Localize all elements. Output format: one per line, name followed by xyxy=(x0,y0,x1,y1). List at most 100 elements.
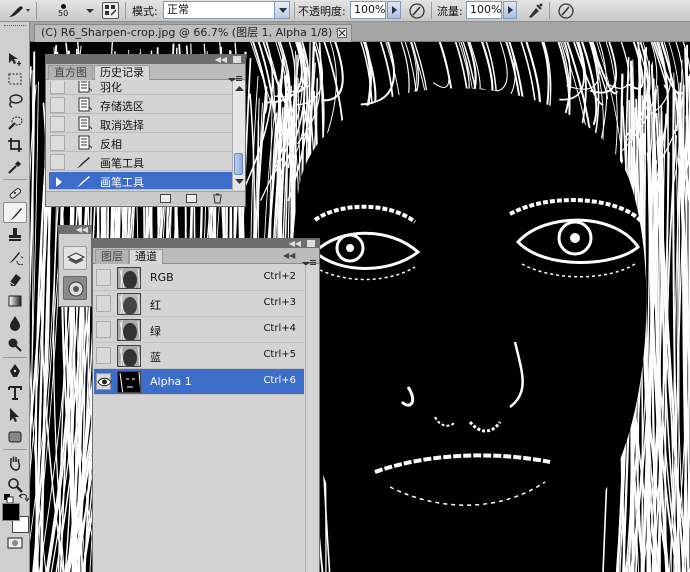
brush-icon xyxy=(76,173,92,189)
pressure-size-icon[interactable] xyxy=(557,2,574,19)
foreground-color-swatch[interactable] xyxy=(2,503,20,521)
channel-thumbnail xyxy=(117,267,141,289)
quick-mask-mode-icon[interactable] xyxy=(3,532,27,553)
collapse-panel-icon[interactable]: ◀◀ xyxy=(289,239,301,248)
collapse-tabs-icon[interactable]: ◀◀ xyxy=(283,251,295,260)
opacity-slider-button[interactable] xyxy=(387,1,401,19)
document-tab-title: (C) R6_Sharpen-crop.jpg @ 66.7% (图层 1, A… xyxy=(41,26,342,39)
visibility-toggle[interactable] xyxy=(96,347,111,364)
tab-history[interactable]: 历史记录 xyxy=(94,65,150,80)
close-document-icon[interactable] xyxy=(337,28,347,38)
history-source-checkbox[interactable] xyxy=(50,173,65,189)
rectangle-tool-icon[interactable] xyxy=(3,426,27,447)
clone-stamp-tool-icon[interactable] xyxy=(3,224,27,245)
history-item-label: 画笔工具 xyxy=(100,176,144,189)
channel-shortcut: Ctrl+5 xyxy=(263,349,296,360)
channels-panel-tabs: 图层 通道 ◀◀ xyxy=(93,248,319,266)
tab-histogram[interactable]: 直方图 xyxy=(48,65,93,80)
close-panel-icon[interactable] xyxy=(307,240,315,247)
brush-panel-toggle-icon[interactable] xyxy=(102,2,119,19)
move-tool-icon[interactable] xyxy=(3,48,27,69)
spot-healing-brush-tool-icon[interactable] xyxy=(3,182,27,203)
mode-select[interactable]: 正常 xyxy=(163,1,275,19)
marquee-tool-icon[interactable] xyxy=(3,68,27,89)
flow-slider-button[interactable] xyxy=(503,1,517,19)
history-scrollbar[interactable] xyxy=(232,81,245,190)
channel-row-rgb[interactable]: RGB Ctrl+2 xyxy=(94,265,304,291)
expand-panels-icon[interactable]: ◀◀ xyxy=(76,225,88,234)
trash-icon[interactable] xyxy=(212,193,223,207)
channel-row-red[interactable]: 红 Ctrl+3 xyxy=(94,291,304,317)
channels-scrollbar[interactable] xyxy=(305,265,319,572)
flow-input[interactable]: 100% xyxy=(466,1,502,19)
zoom-tool-icon[interactable] xyxy=(3,474,27,495)
lasso-tool-icon[interactable] xyxy=(3,90,27,111)
type-tool-icon[interactable] xyxy=(3,382,27,403)
collapse-panel-icon[interactable]: ◀◀ xyxy=(215,55,227,64)
new-document-from-state-icon[interactable] xyxy=(160,194,171,203)
blur-tool-icon[interactable] xyxy=(3,312,27,333)
history-source-checkbox[interactable] xyxy=(50,154,65,170)
airbrush-icon[interactable] xyxy=(526,2,543,19)
brush-tool-preset-icon[interactable] xyxy=(6,0,32,21)
history-scroll-thumb[interactable] xyxy=(234,153,243,175)
collapsed-panel-dock: ◀◀ xyxy=(58,225,92,307)
history-panel-titlebar[interactable]: ◀◀ xyxy=(46,55,245,64)
pen-tool-icon[interactable] xyxy=(3,360,27,381)
visibility-toggle[interactable] xyxy=(96,321,111,338)
hand-tool-icon[interactable] xyxy=(3,452,27,473)
history-item[interactable]: 画笔工具 xyxy=(49,153,232,171)
history-item[interactable]: 反相 xyxy=(49,134,232,152)
close-panel-icon[interactable] xyxy=(233,56,241,63)
channels-panel-titlebar[interactable]: ◀◀ xyxy=(93,239,319,248)
dock-titlebar[interactable]: ◀◀ xyxy=(59,225,91,234)
tab-channels[interactable]: 通道 xyxy=(129,249,163,264)
path-selection-tool-icon[interactable] xyxy=(3,404,27,425)
channel-row-alpha[interactable]: Alpha 1 Ctrl+6 xyxy=(94,369,304,395)
channel-row-blue[interactable]: 蓝 Ctrl+5 xyxy=(94,343,304,369)
toolbox-divider xyxy=(3,179,27,180)
eyedropper-tool-icon[interactable] xyxy=(3,156,27,177)
gradient-tool-icon[interactable] xyxy=(3,290,27,311)
quick-selection-tool-icon[interactable] xyxy=(3,112,27,133)
history-item[interactable]: 取消选择 xyxy=(49,115,232,133)
scroll-down-icon[interactable] xyxy=(235,175,244,188)
toolbox-divider xyxy=(3,357,27,358)
history-brush-tool-icon[interactable] xyxy=(3,246,27,267)
channel-shortcut: Ctrl+4 xyxy=(263,323,296,334)
tab-layers[interactable]: 图层 xyxy=(95,249,129,264)
channels-panel-icon[interactable] xyxy=(63,276,87,300)
channel-row-green[interactable]: 绿 Ctrl+4 xyxy=(94,317,304,343)
channel-shortcut: Ctrl+2 xyxy=(263,271,296,282)
history-list: 羽化 存储选区 取消选择 反相 画笔工具 画笔工具 xyxy=(46,81,232,190)
history-source-checkbox[interactable] xyxy=(50,135,65,151)
visibility-toggle[interactable] xyxy=(96,269,111,286)
brush-size-dropdown-icon[interactable] xyxy=(86,0,94,21)
brush-icon xyxy=(76,154,92,170)
brush-size-picker[interactable]: 50 xyxy=(58,0,68,21)
channel-shortcut: Ctrl+6 xyxy=(263,375,296,386)
brush-size-value: 50 xyxy=(58,8,69,18)
channel-name: Alpha 1 xyxy=(150,375,192,388)
history-source-checkbox[interactable] xyxy=(50,116,65,132)
history-item[interactable]: 羽化 xyxy=(49,81,232,95)
toolbox-grip[interactable] xyxy=(4,25,26,28)
visibility-toggle[interactable] xyxy=(96,295,111,312)
crop-tool-icon[interactable] xyxy=(3,134,27,155)
new-snapshot-icon[interactable] xyxy=(186,194,197,203)
document-tab[interactable]: (C) R6_Sharpen-crop.jpg @ 66.7% (图层 1, A… xyxy=(34,24,352,42)
layers-panel-icon[interactable] xyxy=(63,246,87,270)
brush-tool-icon[interactable] xyxy=(3,202,27,223)
swap-colors-icon[interactable] xyxy=(18,493,30,506)
history-source-checkbox[interactable] xyxy=(50,81,65,94)
history-item-selected[interactable]: 画笔工具 xyxy=(49,172,232,190)
eraser-tool-icon[interactable] xyxy=(3,268,27,289)
scroll-up-icon[interactable] xyxy=(235,82,244,95)
history-source-checkbox[interactable] xyxy=(50,97,65,113)
pressure-opacity-icon[interactable] xyxy=(408,2,425,19)
dodge-tool-icon[interactable] xyxy=(3,334,27,355)
opacity-input[interactable]: 100% xyxy=(350,1,386,19)
history-item[interactable]: 存储选区 xyxy=(49,96,232,114)
mode-dropdown-button[interactable] xyxy=(274,1,290,19)
visibility-toggle[interactable] xyxy=(96,373,112,390)
